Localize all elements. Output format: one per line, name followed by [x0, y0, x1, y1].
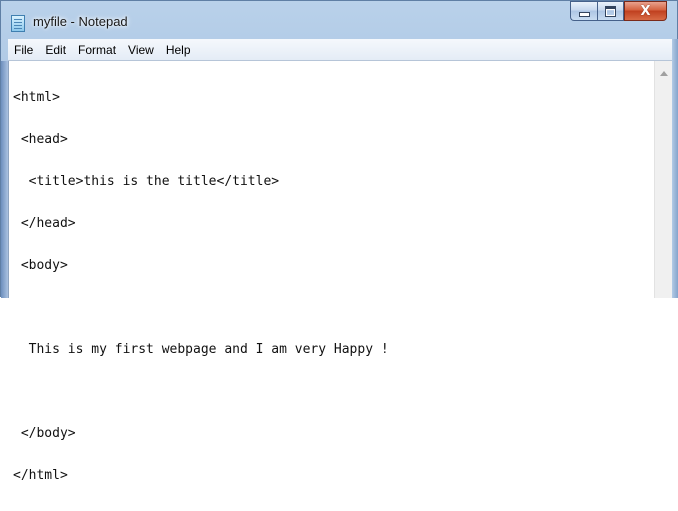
text-line: <body>	[13, 258, 68, 273]
menu-format[interactable]: Format	[72, 39, 122, 61]
text-line: </html>	[13, 468, 68, 483]
close-icon: X	[640, 3, 651, 19]
text-editor[interactable]: <html> <head> <title>this is the title</…	[8, 61, 672, 483]
menu-edit[interactable]: Edit	[39, 39, 72, 61]
vertical-scrollbar[interactable]	[654, 61, 672, 298]
text-line	[13, 301, 652, 315]
menu-bar: File Edit Format View Help	[8, 39, 672, 61]
text-line: This is my first webpage and I am very H…	[13, 342, 389, 357]
window-title: myfile - Notepad	[33, 14, 128, 29]
scroll-up-arrow-icon[interactable]	[660, 71, 668, 76]
text-line: <head>	[13, 132, 68, 147]
maximize-button[interactable]	[597, 1, 624, 21]
notepad-window: myfile - Notepad X File Edit Format View…	[0, 0, 678, 483]
text-line: <html>	[13, 90, 60, 105]
text-line: </head>	[13, 216, 76, 231]
window-border-right	[672, 39, 678, 298]
minimize-button[interactable]	[570, 1, 597, 21]
text-line: </body>	[13, 426, 76, 441]
close-button[interactable]: X	[624, 1, 667, 21]
text-content[interactable]: <html> <head> <title>this is the title</…	[13, 61, 652, 483]
text-line: <title>this is the title</title>	[13, 174, 280, 189]
text-line	[13, 385, 652, 399]
window-border-left	[1, 61, 8, 298]
caption-buttons: X	[570, 1, 667, 21]
minimize-icon	[578, 12, 590, 17]
menu-file[interactable]: File	[8, 39, 39, 61]
menu-help[interactable]: Help	[160, 39, 197, 61]
menu-view[interactable]: View	[122, 39, 160, 61]
maximize-icon	[605, 5, 616, 17]
notepad-icon[interactable]	[11, 15, 25, 32]
